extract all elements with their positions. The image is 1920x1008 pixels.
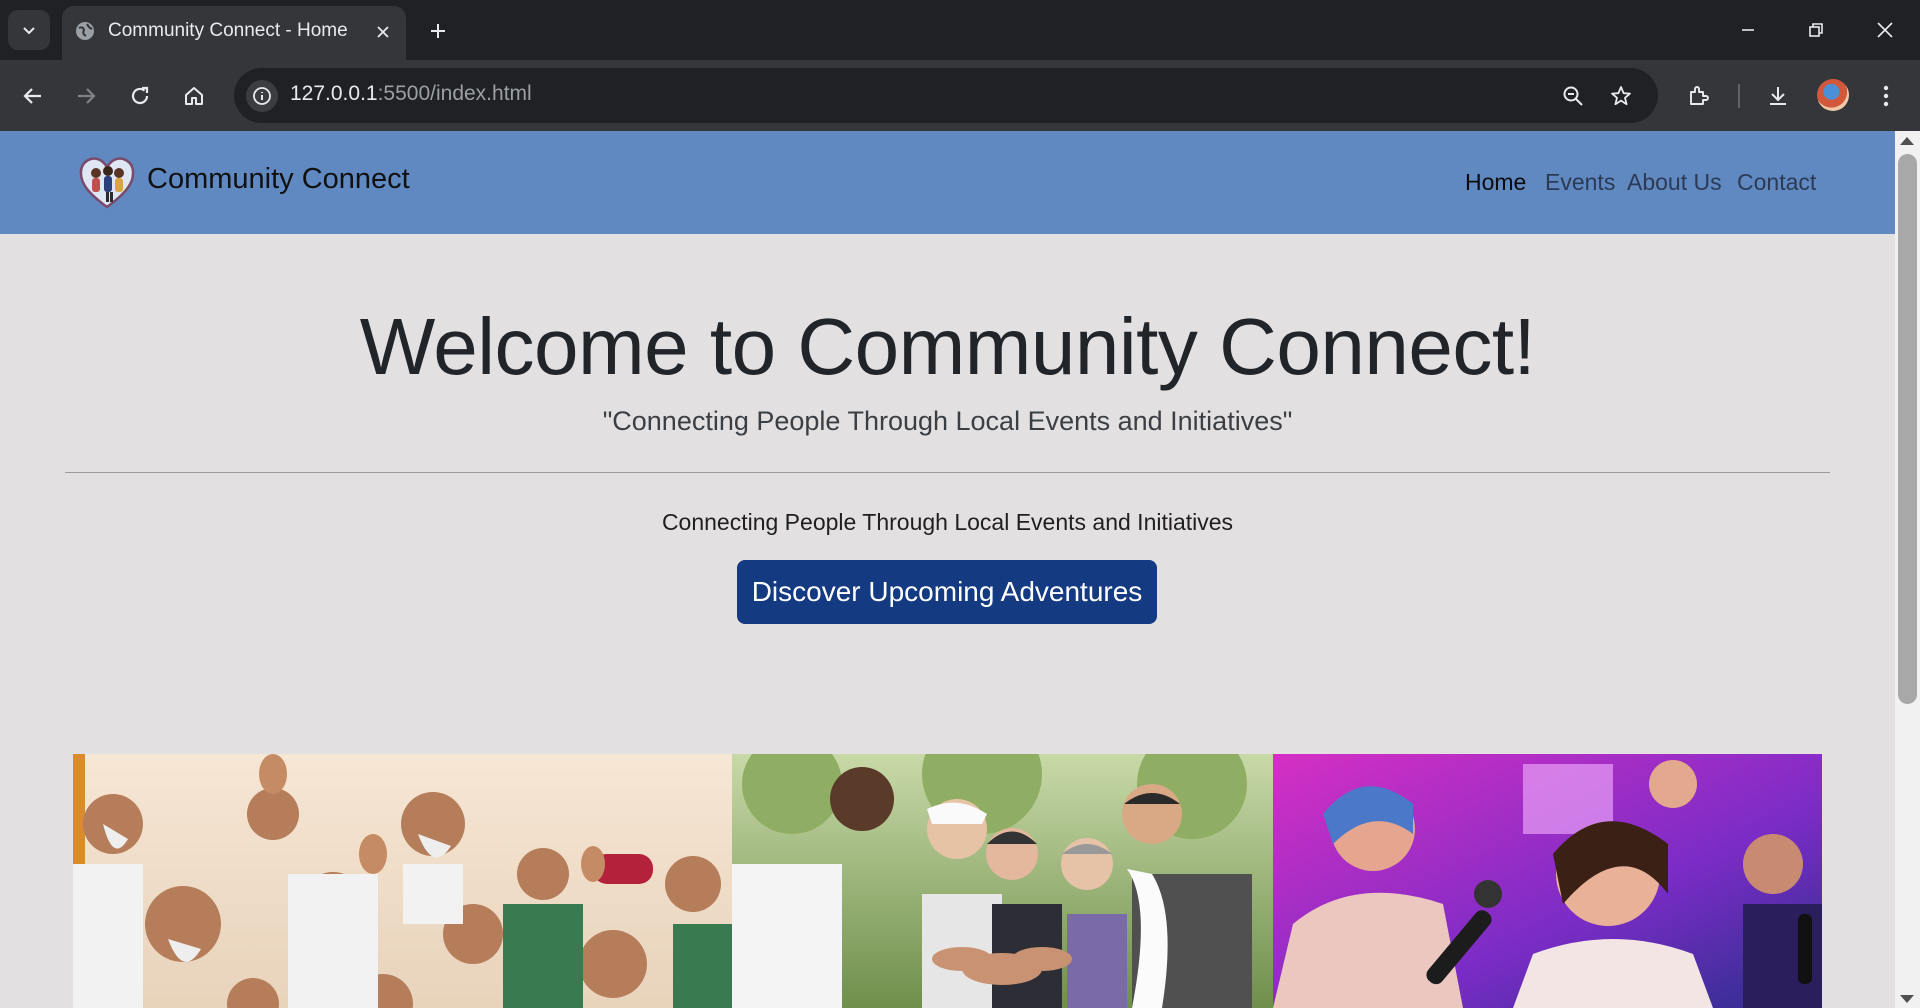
close-icon [377, 26, 389, 38]
minimize-button[interactable] [1725, 12, 1771, 48]
close-icon [1877, 22, 1893, 38]
close-window-button[interactable] [1862, 12, 1908, 48]
toolbar-divider [1738, 84, 1740, 108]
new-tab-button[interactable] [420, 13, 456, 49]
browser-toolbar: 127.0.0.1:5500/index.html [0, 60, 1920, 131]
info-icon [253, 87, 271, 105]
scroll-down-arrow-icon[interactable] [1900, 995, 1914, 1003]
nav-link-events[interactable]: Events [1545, 169, 1615, 196]
reload-button[interactable] [121, 77, 159, 115]
nav-link-home[interactable]: Home [1465, 169, 1526, 196]
bookmark-button[interactable] [1604, 79, 1638, 113]
plus-icon [431, 24, 445, 38]
zoom-button[interactable] [1556, 79, 1590, 113]
globe-icon [76, 22, 94, 40]
restore-icon [1809, 23, 1823, 37]
discover-adventures-button[interactable]: Discover Upcoming Adventures [737, 560, 1157, 624]
tab-search-button[interactable] [8, 10, 50, 50]
karaoke-party-photo [1273, 754, 1822, 1008]
friends-teamwork-photo [732, 754, 1273, 1008]
nav-link-contact[interactable]: Contact [1737, 169, 1816, 196]
url-text[interactable]: 127.0.0.1:5500/index.html [290, 82, 532, 106]
tab-title: Community Connect - Home [108, 20, 348, 41]
back-button[interactable] [14, 77, 52, 115]
browser-tab-active[interactable]: Community Connect - Home [62, 6, 406, 60]
star-icon [1611, 86, 1631, 106]
site-info-button[interactable] [246, 80, 278, 112]
hero-quote: "Connecting People Through Local Events … [602, 406, 1293, 436]
brand-name[interactable]: Community Connect [147, 163, 410, 196]
url-host: 127.0.0.1 [290, 82, 378, 105]
extensions-button[interactable] [1680, 77, 1718, 115]
forward-icon [78, 88, 96, 104]
more-icon [1883, 85, 1889, 107]
browser-menu-button[interactable] [1867, 77, 1905, 115]
profile-avatar[interactable] [1817, 79, 1849, 111]
hero-title: Welcome to Community Connect! [359, 302, 1536, 391]
home-icon [185, 87, 203, 105]
zoom-icon [1563, 86, 1583, 106]
download-icon [1770, 87, 1786, 105]
page-viewport: Community Connect Home Events About Us C… [0, 131, 1920, 1008]
home-button[interactable] [175, 77, 213, 115]
scroll-up-arrow-icon[interactable] [1900, 137, 1914, 145]
url-path: :5500/index.html [377, 82, 532, 105]
downloads-button[interactable] [1759, 77, 1797, 115]
site-navbar: Community Connect Home Events About Us C… [0, 131, 1895, 234]
hero-divider [65, 472, 1830, 473]
tab-close-button[interactable] [370, 19, 396, 45]
community-logo-icon[interactable] [78, 153, 136, 211]
browser-tab-strip: Community Connect - Home [0, 0, 1920, 60]
address-bar[interactable]: 127.0.0.1:5500/index.html [234, 68, 1658, 123]
forward-button[interactable] [67, 77, 105, 115]
extensions-icon [1690, 86, 1709, 105]
reload-icon [131, 86, 149, 105]
hero-tagline: Connecting People Through Local Events a… [661, 509, 1234, 535]
page-scrollbar-thumb[interactable] [1898, 154, 1917, 704]
restore-button[interactable] [1793, 12, 1839, 48]
minimize-icon [1742, 29, 1754, 31]
back-icon [23, 88, 41, 104]
seniors-group-photo [73, 754, 732, 1008]
chevron-down-icon [23, 27, 35, 35]
nav-link-about-us[interactable]: About Us [1627, 169, 1722, 196]
